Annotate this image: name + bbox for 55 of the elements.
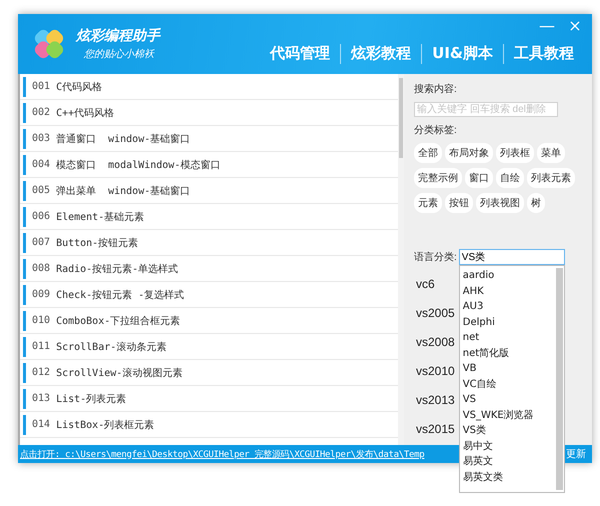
dropdown-option[interactable]: Delphi bbox=[462, 314, 552, 330]
dropdown-option[interactable]: VS类 bbox=[462, 423, 552, 438]
dropdown-option[interactable]: 易英文 bbox=[462, 454, 552, 470]
list-item[interactable]: 011 ScrollBar-滚动条元素 bbox=[20, 334, 398, 360]
language-label: 语言分类: bbox=[414, 250, 457, 264]
app-subtitle: 您的贴心小棉袄 bbox=[82, 48, 156, 61]
tag-chip[interactable]: 布局对象 bbox=[445, 143, 493, 163]
scrollbar[interactable] bbox=[398, 74, 404, 445]
dropdown-option[interactable]: VS bbox=[462, 392, 552, 408]
list-item[interactable]: 001 C代码风格 bbox=[20, 74, 398, 100]
list-item[interactable]: 014 ListBox-列表框元素 bbox=[20, 412, 398, 438]
tag-chip[interactable]: 列表元素 bbox=[527, 168, 575, 188]
tags-label: 分类标签: bbox=[414, 124, 458, 137]
version-label: vs2005 bbox=[416, 305, 455, 322]
tag-chip[interactable]: 窗口 bbox=[465, 168, 493, 188]
list-item[interactable]: 005 弹出菜单 window-基础窗口 bbox=[20, 178, 398, 204]
search-field[interactable]: 输入关键字 回车搜索 del删除 bbox=[414, 102, 558, 117]
dropdown-option[interactable]: net简化版 bbox=[462, 346, 552, 361]
list-item[interactable]: 004 模态窗口 modalWindow-模态窗口 bbox=[20, 152, 398, 178]
list-item[interactable]: 009 Check-按钮元素 -复选样式 bbox=[20, 282, 398, 308]
version-label: vs2013 bbox=[416, 392, 455, 409]
list-item[interactable]: 010 ComboBox-下拉组合框元素 bbox=[20, 308, 398, 334]
dropdown-option[interactable]: aardio bbox=[462, 268, 552, 284]
language-field[interactable]: VS类 bbox=[458, 249, 565, 265]
tag-chip[interactable]: 列表视图 bbox=[476, 193, 524, 213]
version-label: vs2015 bbox=[416, 421, 455, 438]
dropdown-option[interactable]: VB bbox=[462, 361, 552, 376]
scrollbar[interactable] bbox=[556, 268, 563, 490]
tag-chip[interactable]: 全部 bbox=[414, 143, 442, 163]
version-label: vs2010 bbox=[416, 363, 455, 380]
tag-chip[interactable]: 菜单 bbox=[537, 143, 565, 163]
list-item[interactable]: 002 C++代码风格 bbox=[20, 100, 398, 126]
list-item[interactable]: 008 Radio-按钮元素-单选样式 bbox=[20, 256, 398, 282]
tag-chip[interactable]: 完整示例 bbox=[414, 168, 462, 188]
tag-chip[interactable]: 列表框 bbox=[496, 143, 534, 163]
app-title: 炫彩编程助手 bbox=[76, 27, 160, 45]
tag-chip[interactable]: 自绘 bbox=[496, 168, 524, 188]
tag-chip[interactable]: 树 bbox=[527, 193, 545, 213]
version-label: vs2008 bbox=[416, 334, 455, 351]
search-label: 搜索内容: bbox=[414, 82, 458, 96]
dropdown-option[interactable]: AU3 bbox=[462, 299, 552, 314]
list-item[interactable]: 012 ScrollView-滚动视图元素 bbox=[20, 360, 398, 386]
list-item[interactable]: 006 Element-基础元素 bbox=[20, 204, 398, 230]
dropdown-option[interactable]: net bbox=[462, 330, 552, 346]
dropdown-option[interactable]: 易英文类 bbox=[462, 470, 552, 485]
tag-chip[interactable]: 按钮 bbox=[445, 193, 473, 213]
dropdown-option[interactable]: VS_WKE浏览器 bbox=[462, 408, 552, 423]
dropdown-option[interactable]: 易中文 bbox=[462, 438, 552, 454]
tag-chip[interactable]: 元素 bbox=[414, 193, 442, 213]
dropdown-option[interactable]: VC自绘 bbox=[462, 376, 552, 392]
version-label: vc6 bbox=[416, 276, 435, 293]
list-item[interactable]: 013 List-列表元素 bbox=[20, 386, 398, 412]
dropdown-option[interactable]: AHK bbox=[462, 284, 552, 299]
list-item[interactable]: 003 普通窗口 window-基础窗口 bbox=[20, 126, 398, 152]
list-item[interactable]: 007 Button-按钮元素 bbox=[20, 230, 398, 256]
